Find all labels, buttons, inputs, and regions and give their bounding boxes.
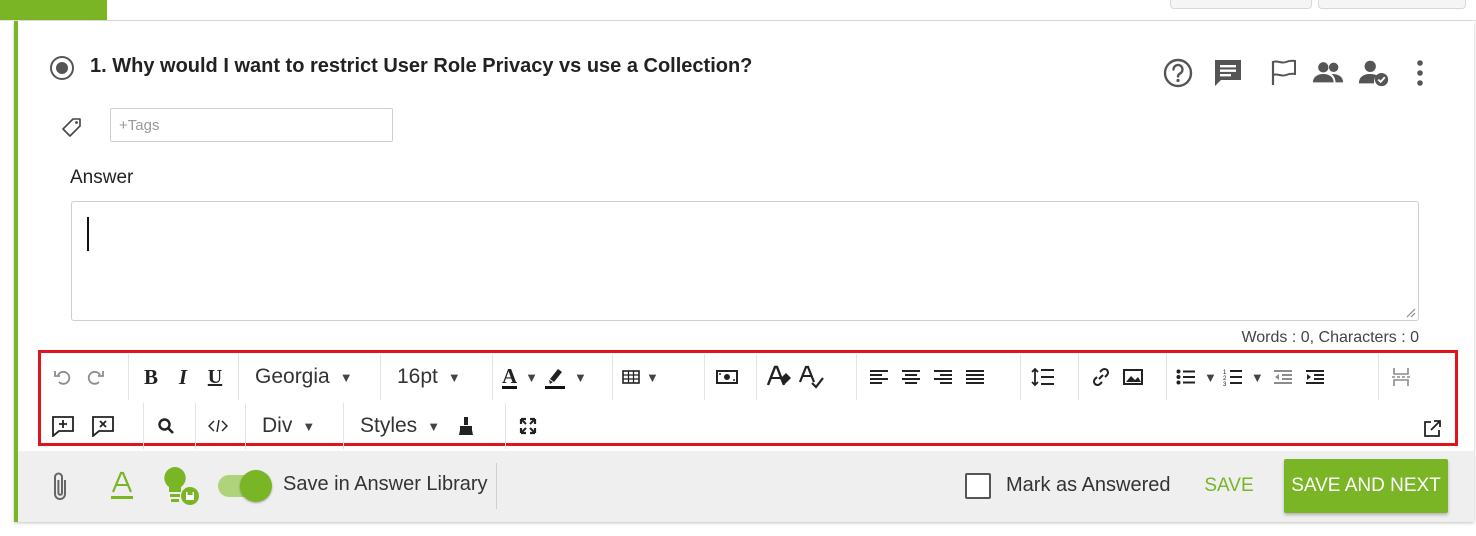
- code-view-icon[interactable]: [202, 409, 234, 443]
- editor-toolbar: B I U Georgia ▼ 16pt ▼ A ▼ ▼ ▼ ▼ 1 2 3 ▼…: [38, 350, 1458, 449]
- outdent-icon[interactable]: [1267, 360, 1299, 394]
- tag-icon: [60, 116, 84, 140]
- external-link-icon[interactable]: [1421, 418, 1443, 440]
- answer-editor[interactable]: [71, 201, 1419, 321]
- bullet-list-icon: [1176, 369, 1195, 385]
- toggle-knob[interactable]: [240, 470, 272, 502]
- align-right-icon[interactable]: [927, 360, 959, 394]
- format-block-value: Div: [262, 414, 293, 437]
- redo-icon[interactable]: [79, 360, 111, 394]
- spellcheck-icon[interactable]: [795, 360, 827, 394]
- image-icon[interactable]: [1117, 360, 1149, 394]
- font-size-value: 16pt: [397, 365, 438, 388]
- chevron-down-icon: ▼: [447, 369, 461, 385]
- bold-button[interactable]: B: [135, 360, 167, 394]
- question-radio[interactable]: [50, 56, 74, 80]
- mark-answered-label[interactable]: Mark as Answered: [1006, 474, 1171, 497]
- delete-comment-icon[interactable]: [87, 409, 119, 443]
- page-break-icon[interactable]: [1385, 360, 1417, 394]
- fullscreen-icon[interactable]: [512, 409, 544, 443]
- save-library-label: Save in Answer Library: [283, 473, 488, 495]
- lightbulb-library-icon[interactable]: [160, 465, 200, 505]
- link-icon[interactable]: [1085, 360, 1117, 394]
- resize-handle-icon[interactable]: [1404, 306, 1416, 318]
- chevron-down-icon: ▼: [302, 418, 316, 434]
- answer-footer: Save in Answer Library Mark as Answered …: [18, 451, 1474, 522]
- chevron-down-icon: ▼: [339, 369, 353, 385]
- mark-answered-checkbox[interactable]: [965, 473, 991, 499]
- table-button[interactable]: ▼: [619, 360, 662, 394]
- chevron-down-icon: ▼: [427, 418, 441, 434]
- users-icon[interactable]: [1312, 57, 1344, 89]
- align-justify-icon[interactable]: [959, 360, 991, 394]
- paperclip-icon[interactable]: [48, 469, 72, 505]
- bullet-list-button[interactable]: ▼: [1173, 360, 1220, 394]
- highlighter-icon: [545, 369, 566, 389]
- italic-button[interactable]: I: [167, 360, 199, 394]
- format-block-dropdown[interactable]: Div ▼: [252, 409, 325, 443]
- save-and-next-button[interactable]: SAVE AND NEXT: [1284, 459, 1448, 513]
- top-action-button-2[interactable]: [1318, 0, 1466, 9]
- user-check-icon[interactable]: [1358, 57, 1390, 89]
- toolbar-row-1: B I U Georgia ▼ 16pt ▼ A ▼ ▼ ▼ ▼ 1 2 3 ▼: [41, 354, 1429, 400]
- insert-comment-icon[interactable]: [47, 409, 79, 443]
- font-family-dropdown[interactable]: Georgia ▼: [245, 360, 363, 394]
- more-vert-icon[interactable]: [1404, 57, 1436, 89]
- search-icon[interactable]: [150, 409, 182, 443]
- numbered-list-button[interactable]: 123 ▼: [1220, 360, 1267, 394]
- footer-divider: [496, 463, 497, 509]
- comment-icon[interactable]: [1212, 57, 1244, 89]
- flag-icon[interactable]: [1268, 57, 1300, 89]
- top-active-tab[interactable]: [0, 0, 107, 20]
- top-action-button-1[interactable]: [1170, 0, 1312, 9]
- text-color-icon: A: [502, 363, 518, 389]
- help-icon[interactable]: [1162, 57, 1194, 89]
- line-height-icon[interactable]: [1027, 360, 1059, 394]
- top-bar: [0, 0, 1476, 21]
- indent-icon[interactable]: [1299, 360, 1331, 394]
- question-card: 1. Why would I want to restrict User Rol…: [14, 21, 1474, 522]
- word-character-count: Words : 0, Characters : 0: [1241, 329, 1419, 346]
- chevron-down-icon: ▼: [1250, 369, 1264, 385]
- chevron-down-icon: ▼: [574, 369, 587, 385]
- media-icon: [716, 370, 738, 384]
- tags-input[interactable]: [110, 108, 393, 142]
- clear-format-icon[interactable]: [763, 360, 795, 394]
- chevron-down-icon: ▼: [1204, 369, 1217, 385]
- toolbar-row-2: Div ▼ Styles ▼: [41, 403, 552, 449]
- table-icon: [622, 370, 640, 384]
- numbered-list-icon: 123: [1223, 370, 1242, 386]
- media-button[interactable]: [711, 360, 743, 394]
- underline-button[interactable]: U: [199, 360, 231, 394]
- svg-text:3: 3: [1223, 382, 1227, 386]
- align-left-icon[interactable]: [863, 360, 895, 394]
- text-format-icon[interactable]: [108, 469, 136, 503]
- save-button[interactable]: SAVE: [1184, 463, 1274, 509]
- font-family-value: Georgia: [255, 365, 330, 388]
- styles-dropdown[interactable]: Styles ▼: [350, 409, 450, 443]
- question-title: 1. Why would I want to restrict User Rol…: [90, 55, 753, 77]
- chevron-down-icon: ▼: [646, 369, 659, 385]
- answer-label: Answer: [70, 167, 134, 188]
- highlight-color-button[interactable]: ▼: [541, 360, 590, 394]
- undo-icon[interactable]: [47, 360, 79, 394]
- align-center-icon[interactable]: [895, 360, 927, 394]
- text-caret: [87, 217, 89, 251]
- format-painter-icon[interactable]: [450, 409, 482, 443]
- styles-value: Styles: [360, 414, 418, 437]
- text-color-button[interactable]: A ▼: [499, 360, 541, 394]
- chevron-down-icon: ▼: [525, 369, 539, 385]
- font-size-dropdown[interactable]: 16pt ▼: [387, 360, 471, 394]
